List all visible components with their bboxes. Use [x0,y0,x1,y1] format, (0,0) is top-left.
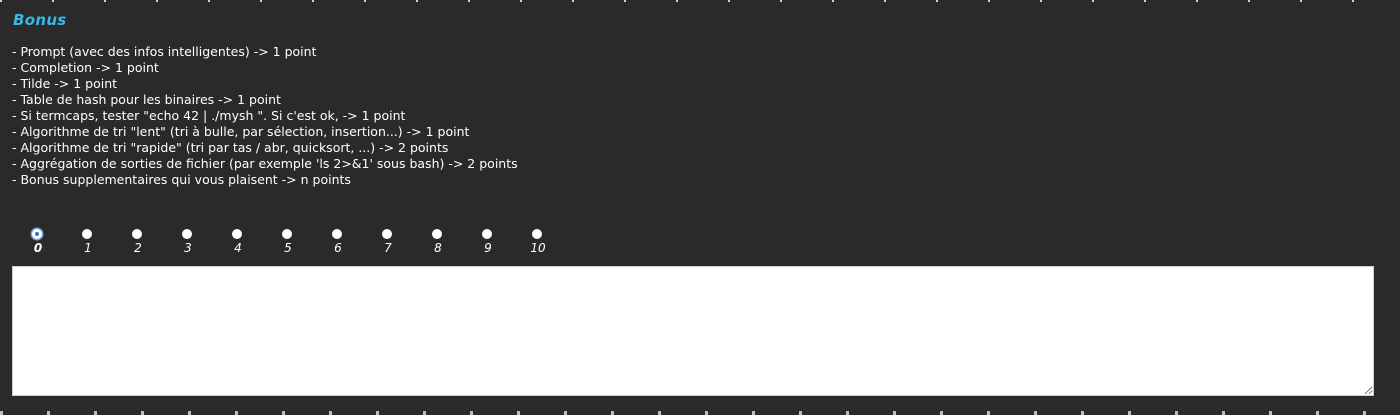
criteria-list: - Prompt (avec des infos intelligentes) … [12,44,518,188]
criteria-item: - Completion -> 1 point [12,60,159,75]
score-radio-10[interactable] [532,229,542,239]
score-radio-3[interactable] [182,229,192,239]
score-label-9: 9 [484,241,492,255]
section-title: Bonus [13,11,67,29]
score-label-2: 2 [134,241,142,255]
score-label-4: 4 [234,241,242,255]
score-option-4[interactable]: 4 [226,227,250,259]
criteria-item: - Aggrégation de sorties de fichier (par… [12,156,518,171]
score-option-1[interactable]: 1 [76,227,100,259]
score-radio-9[interactable] [482,229,492,239]
score-label-0: 0 [33,241,43,255]
score-radio-1[interactable] [82,229,92,239]
top-divider [0,0,1400,2]
score-option-3[interactable]: 3 [176,227,200,259]
score-label-10: 10 [530,241,546,255]
score-radio-7[interactable] [382,229,392,239]
comment-textarea[interactable] [12,266,1374,396]
score-label-3: 3 [184,241,192,255]
score-label-1: 1 [84,241,92,255]
bottom-divider [0,411,1400,415]
score-radio-5[interactable] [282,229,292,239]
criteria-item: - Bonus supplementaires qui vous plaisen… [12,172,351,187]
score-option-2[interactable]: 2 [126,227,150,259]
score-radio-6[interactable] [332,229,342,239]
score-option-7[interactable]: 7 [376,227,400,259]
score-label-7: 7 [384,241,392,255]
score-option-8[interactable]: 8 [426,227,450,259]
score-option-10[interactable]: 10 [526,227,550,259]
score-radio-0[interactable] [32,229,42,239]
criteria-item: - Table de hash pour les binaires -> 1 p… [12,92,281,107]
score-label-5: 5 [284,241,292,255]
score-label-8: 8 [434,241,442,255]
score-option-9[interactable]: 9 [476,227,500,259]
bonus-panel: Bonus - Prompt (avec des infos intellige… [0,0,1400,415]
score-radio-2[interactable] [132,229,142,239]
criteria-item: - Algorithme de tri "rapide" (tri par ta… [12,140,449,155]
score-label-6: 6 [334,241,342,255]
score-option-5[interactable]: 5 [276,227,300,259]
score-option-6[interactable]: 6 [326,227,350,259]
criteria-item: - Tilde -> 1 point [12,76,118,91]
criteria-item: - Algorithme de tri "lent" (tri à bulle,… [12,124,470,139]
criteria-item: - Prompt (avec des infos intelligentes) … [12,44,317,59]
score-radio-4[interactable] [232,229,242,239]
score-radio-8[interactable] [432,229,442,239]
score-option-0[interactable]: 0 [26,227,50,259]
criteria-item: - Si termcaps, tester "echo 42 | ./mysh … [12,108,406,123]
